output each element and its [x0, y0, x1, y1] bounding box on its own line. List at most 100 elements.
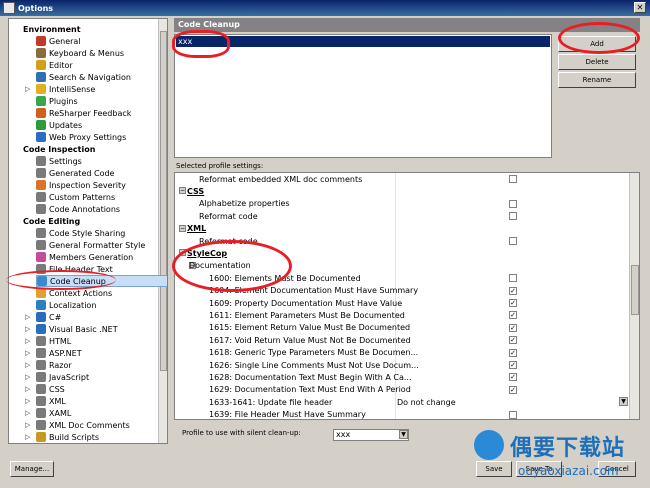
setting-checkbox[interactable]: ✓ [509, 299, 517, 307]
html-icon [36, 336, 46, 346]
setting-checkbox[interactable] [509, 175, 517, 183]
tree-item[interactable]: Plugins [36, 95, 78, 107]
chevron-down-icon[interactable]: ▼ [619, 397, 628, 407]
settings-row[interactable]: Alphabetize properties [175, 198, 629, 210]
profile-item[interactable]: xxx [176, 36, 550, 47]
expand-icon[interactable]: ▷ [25, 397, 32, 405]
tree-category: Code Inspection [23, 143, 95, 155]
tree-item[interactable]: Custom Patterns [36, 191, 115, 203]
profile-list[interactable]: xxx [174, 34, 552, 158]
expand-icon[interactable]: ▷ [25, 337, 32, 345]
tree-item[interactable]: Members Generation [36, 251, 133, 263]
options-tree[interactable]: Environment General Keyboard & Menus Editor… [8, 18, 168, 444]
settings-row[interactable]: 1615: Element Return Value Must Be Docum… [175, 322, 629, 334]
settings-grid[interactable]: Reformat embedded XML doc comments − CSS Al… [174, 172, 640, 420]
expand-icon[interactable]: ▷ [25, 385, 32, 393]
expand-icon[interactable]: ▷ [25, 373, 32, 381]
tree-item[interactable]: ▷ C# [25, 311, 61, 323]
tree-item[interactable]: ▷ Build Scripts [25, 431, 99, 443]
settings-row[interactable]: 1617: Void Return Value Must Not Be Docu… [175, 334, 629, 346]
tree-item-label: ReSharper Feedback [49, 108, 132, 118]
rename-button[interactable]: Rename [558, 72, 636, 88]
tree-item[interactable]: ▷ CSS [25, 383, 65, 395]
setting-checkbox[interactable] [509, 410, 517, 419]
delete-button[interactable]: Delete [558, 54, 636, 70]
settings-row[interactable]: Reformat embedded XML doc comments [175, 173, 629, 185]
expand-icon[interactable]: ▷ [25, 85, 32, 93]
setting-checkbox[interactable]: ✓ [509, 348, 517, 357]
settings-row[interactable]: 1611: Element Parameters Must Be Documen… [175, 309, 629, 321]
expand-icon[interactable]: ▷ [25, 409, 32, 417]
setting-checkbox[interactable]: ✓ [509, 336, 517, 345]
tree-item[interactable]: Web Proxy Settings [36, 131, 126, 143]
tree-category-label: Code Inspection [23, 144, 96, 154]
tree-item-label: XML Doc Comments [49, 420, 130, 430]
settings-row[interactable]: 1629: Documentation Text Must End With A… [175, 384, 629, 396]
javascript-icon [36, 372, 46, 382]
expand-icon[interactable]: ▷ [25, 349, 32, 357]
setting-checkbox[interactable] [509, 212, 517, 221]
tree-item[interactable]: Code Annotations [36, 203, 120, 215]
settings-row[interactable]: 1639: File Header Must Have Summary [175, 409, 629, 419]
manage-button[interactable]: Manage... [10, 461, 54, 477]
expand-icon[interactable]: ▷ [25, 421, 32, 429]
setting-checkbox[interactable]: ✓ [509, 361, 517, 369]
setting-checkbox[interactable]: ✓ [509, 385, 517, 394]
tree-item[interactable]: ▷ JavaScript [25, 371, 89, 383]
tree-item[interactable]: ▷ XML Doc Comments [25, 419, 130, 431]
setting-checkbox[interactable]: ✓ [509, 323, 517, 332]
settings-row[interactable]: 1626: Single Line Comments Must Not Use … [175, 359, 629, 371]
watermark-url: ouyaoxiazai.com [518, 464, 619, 478]
tree-item[interactable]: ▷ IntelliSense [25, 83, 95, 95]
setting-checkbox[interactable] [509, 274, 517, 283]
settings-row[interactable]: 1633-1641: Update file header Do not chan… [175, 396, 629, 408]
silent-profile-select[interactable]: xxx ▼ [333, 429, 409, 441]
settings-group-row[interactable]: − XML [175, 223, 629, 235]
tree-item[interactable]: ▷ Visual Basic .NET [25, 323, 118, 335]
setting-checkbox[interactable]: ✓ [509, 373, 517, 382]
settings-row-label: 1628: Documentation Text Must Begin With… [209, 372, 412, 382]
tree-item[interactable]: Generated Code [36, 167, 114, 179]
proxy-icon [36, 132, 46, 142]
tree-scrollbar[interactable] [158, 19, 167, 443]
setting-checkbox[interactable] [509, 237, 517, 245]
tree-item[interactable]: Code Style Sharing [36, 227, 125, 239]
settings-group-row[interactable]: − CSS [175, 185, 629, 197]
setting-value[interactable]: Do not change [397, 398, 456, 407]
tree-item[interactable]: Search & Navigation [36, 71, 131, 83]
tree-item[interactable]: Keyboard & Menus [36, 47, 124, 59]
tree-item-label: C# [49, 312, 62, 322]
expand-icon[interactable]: ▷ [25, 313, 32, 321]
settings-scrollbar[interactable] [629, 173, 639, 419]
setting-checkbox[interactable]: ✓ [509, 286, 517, 295]
tree-item[interactable]: General Formatter Style [36, 239, 145, 251]
setting-checkbox[interactable] [509, 199, 517, 208]
setting-checkbox[interactable]: ✓ [509, 311, 517, 320]
tree-item-label: IntelliSense [49, 84, 96, 94]
tree-item[interactable]: Updates [36, 119, 82, 131]
settings-row[interactable]: 1609: Property Documentation Must Have V… [175, 297, 629, 309]
tree-item[interactable]: Inspection Severity [36, 179, 126, 191]
collapse-icon[interactable]: − [179, 224, 186, 232]
tree-item[interactable]: Editor [36, 59, 73, 71]
collapse-icon[interactable]: − [179, 187, 186, 195]
expand-icon[interactable]: ▷ [25, 325, 32, 333]
tree-item[interactable]: Localization [36, 299, 96, 311]
tree-item[interactable]: Settings [36, 155, 82, 167]
tree-item[interactable]: ▷ XML [25, 395, 66, 407]
tree-item[interactable]: ▷ XAML [25, 407, 71, 419]
tree-item[interactable]: ▷ HTML [25, 335, 71, 347]
tree-item[interactable]: ▷ Razor [25, 359, 72, 371]
settings-row[interactable]: Reformat code [175, 210, 629, 222]
plugin-icon [36, 96, 46, 106]
settings-row[interactable]: 1618: Generic Type Parameters Must Be Do… [175, 347, 629, 359]
tree-item[interactable]: ▷ ASP.NET [25, 347, 82, 359]
settings-row-label: XML [187, 224, 207, 234]
expand-icon[interactable]: ▷ [25, 361, 32, 369]
settings-row[interactable]: 1628: Documentation Text Must Begin With… [175, 371, 629, 383]
close-button[interactable]: ✕ [634, 2, 646, 13]
tree-item[interactable]: ReSharper Feedback [36, 107, 131, 119]
silent-profile-label: Profile to use with silent clean-up: [182, 429, 301, 437]
expand-icon[interactable]: ▷ [25, 433, 32, 441]
tree-item[interactable]: General [36, 35, 81, 47]
